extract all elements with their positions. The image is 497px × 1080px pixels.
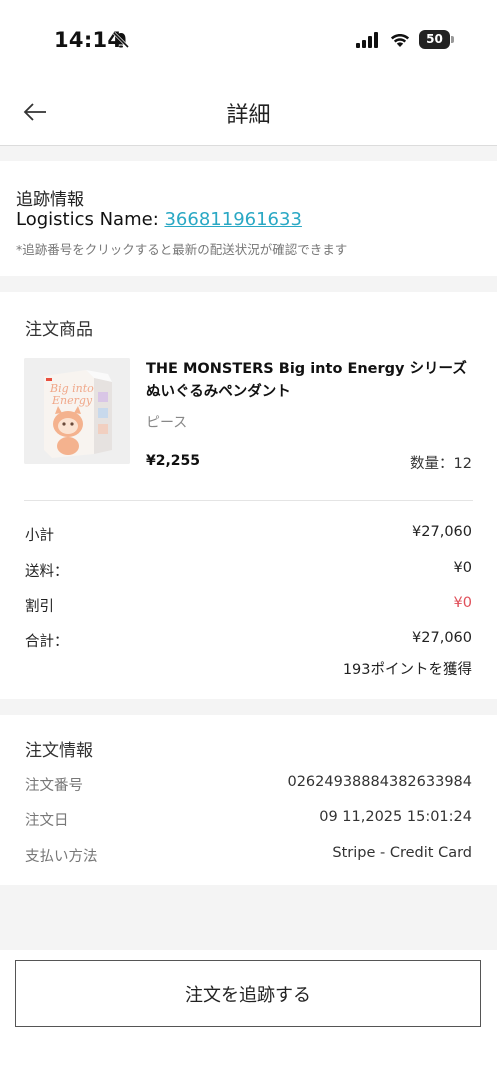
subtotal-label: 小計	[25, 528, 54, 544]
product-name[interactable]: THE MONSTERS Big into Energy シリーズ ぬいぐるみペ…	[146, 358, 476, 404]
logistics-line: Logistics Name: 366811961633	[16, 209, 302, 230]
track-order-button[interactable]: 注文を追跡する	[15, 960, 481, 1027]
cellular-signal-icon	[356, 32, 378, 48]
tracking-title: 追跡情報	[16, 190, 84, 210]
tracking-section: 追跡情報 Logistics Name: 366811961633 *追跡番号を…	[0, 161, 497, 276]
points-earned: 193ポイントを獲得	[342, 662, 472, 678]
order-number-value: 02624938884382633984	[287, 774, 472, 790]
battery-icon: 50	[419, 30, 450, 49]
tracking-note: *追跡番号をクリックすると最新の配送状況が確認できます	[16, 242, 348, 257]
order-date-value: 09 11,2025 15:01:24	[319, 809, 472, 825]
tracking-number-link[interactable]: 366811961633	[164, 209, 301, 230]
order-items-section: 注文商品 Big into Energy THE MONSTERS Big in…	[0, 292, 497, 699]
discount-value: ¥0	[453, 595, 472, 611]
payment-method-label: 支払い方法	[25, 849, 98, 865]
logistics-label: Logistics Name:	[16, 209, 165, 230]
svg-text:Energy: Energy	[51, 394, 93, 407]
battery-cap	[451, 36, 454, 43]
wifi-icon	[390, 34, 410, 47]
order-info-section: 注文情報 注文番号 02624938884382633984 注文日 09 11…	[0, 715, 497, 885]
page-title: 詳細	[226, 103, 271, 128]
discount-label: 割引	[25, 599, 54, 615]
order-date-label: 注文日	[25, 813, 69, 829]
product-variant: ピース	[146, 415, 188, 431]
bell-muted-icon	[112, 31, 130, 49]
total-label: 合計：	[25, 634, 69, 650]
divider	[24, 500, 473, 501]
order-info-title: 注文情報	[25, 741, 93, 761]
status-bar: 14:14 50	[0, 0, 497, 80]
order-items-title: 注文商品	[25, 320, 93, 340]
product-quantity: 数量：12	[410, 456, 472, 472]
shipping-label: 送料：	[25, 564, 69, 580]
nav-bar: 詳細	[0, 80, 497, 146]
payment-method-value: Stripe - Credit Card	[332, 845, 472, 861]
order-number-label: 注文番号	[25, 778, 83, 794]
subtotal-value: ¥27,060	[412, 524, 472, 540]
product-image[interactable]: Big into Energy	[24, 358, 130, 464]
product-box-illustration: Big into Energy	[24, 358, 130, 464]
total-value: ¥27,060	[412, 630, 472, 646]
product-price: ¥2,255	[146, 453, 201, 469]
bottom-action-bar: 注文を追跡する	[0, 950, 497, 1080]
shipping-value: ¥0	[453, 560, 472, 576]
